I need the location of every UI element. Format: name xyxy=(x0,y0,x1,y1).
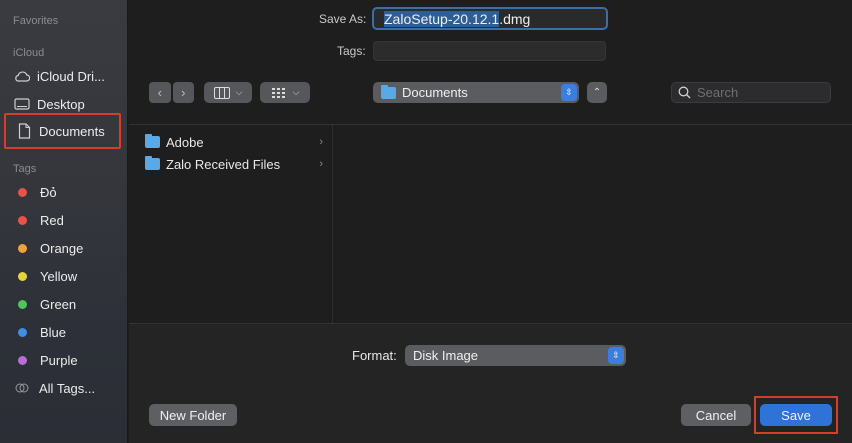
navigation-buttons: ‹ › xyxy=(149,82,196,103)
favorites-header: Favorites xyxy=(13,15,59,27)
folder-icon xyxy=(381,84,396,99)
sidebar-tag-purple[interactable]: Purple xyxy=(14,349,78,371)
orange-tag-icon xyxy=(18,243,27,253)
all-tags-icon xyxy=(15,383,29,393)
format-value: Disk Image xyxy=(413,348,479,363)
filename-extension: .dmg xyxy=(499,11,531,27)
filename-selected-text: ZaloSetup-20.12.1 xyxy=(384,11,500,27)
chevron-left-icon: ‹ xyxy=(157,85,162,100)
collapse-button[interactable]: ⌃ xyxy=(587,82,607,103)
folder-icon xyxy=(145,156,160,170)
location-dropdown[interactable]: Documents ⇳ xyxy=(373,82,579,103)
chevron-right-icon: › xyxy=(181,85,186,100)
columns-view-icon xyxy=(213,86,230,99)
view-mode-button[interactable]: ⌵ xyxy=(204,82,252,103)
sidebar-item-label: Desktop xyxy=(37,96,85,112)
sidebar-item-label: iCloud Dri... xyxy=(37,68,105,84)
save-button[interactable]: Save xyxy=(760,404,832,426)
tags-input[interactable] xyxy=(373,41,606,61)
tag-label: Red xyxy=(40,212,64,228)
new-folder-button[interactable]: New Folder xyxy=(149,404,237,426)
filename-input[interactable]: ZaloSetup-20.12.1.dmg xyxy=(372,7,608,30)
tag-label: Yellow xyxy=(40,268,78,284)
search-placeholder: Search xyxy=(697,85,739,100)
folder-row-zalo-received-files[interactable]: Zalo Received Files › xyxy=(145,154,323,174)
location-value: Documents xyxy=(402,85,468,100)
save-as-label: Save As: xyxy=(319,12,367,26)
sidebar-tag-all-tags[interactable]: All Tags... xyxy=(14,377,95,399)
group-button[interactable]: ⌵ xyxy=(260,82,310,103)
tags-label: Tags: xyxy=(337,44,366,58)
folder-name: Adobe xyxy=(166,134,204,150)
chevron-right-icon: › xyxy=(319,158,323,170)
chevron-down-icon: ⌵ xyxy=(292,87,300,97)
file-browser: Adobe › Zalo Received Files › xyxy=(129,124,852,324)
tag-label: Green xyxy=(40,296,77,312)
sidebar-tag-green[interactable]: Green xyxy=(14,293,76,315)
purple-tag-icon xyxy=(18,355,27,365)
sidebar-tag-yellow[interactable]: Yellow xyxy=(14,265,77,287)
chevron-down-icon: ⌵ xyxy=(235,87,243,97)
sidebar-item-documents[interactable]: Documents xyxy=(4,113,121,149)
folder-name: Zalo Received Files xyxy=(166,156,281,172)
blue-tag-icon xyxy=(18,327,27,337)
save-dialog-main: Save As: ZaloSetup-20.12.1.dmg Tags: ‹ ›… xyxy=(129,0,852,443)
folder-row-adobe[interactable]: Adobe › xyxy=(145,132,323,152)
tag-label: Blue xyxy=(40,324,67,340)
format-label: Format: xyxy=(352,348,397,363)
updown-arrows-icon: ⇳ xyxy=(608,347,624,364)
green-tag-icon xyxy=(18,299,27,309)
updown-arrows-icon: ⇳ xyxy=(561,84,577,101)
tag-label: All Tags... xyxy=(39,380,96,396)
chevron-right-icon: › xyxy=(319,136,323,148)
yellow-tag-icon xyxy=(18,271,27,281)
tags-header: Tags xyxy=(13,163,37,175)
tag-label: Purple xyxy=(40,352,78,368)
sidebar: Favorites iCloud iCloud Dri... Desktop D… xyxy=(0,0,128,443)
grid-icon xyxy=(271,87,287,99)
forward-button[interactable]: › xyxy=(172,82,194,103)
chevron-up-icon: ⌃ xyxy=(592,87,602,98)
red-tag-icon xyxy=(18,187,27,197)
cloud-icon xyxy=(14,68,30,84)
tag-label: Đỏ xyxy=(40,184,57,200)
browser-column: Adobe › Zalo Received Files › xyxy=(129,125,333,324)
cancel-button[interactable]: Cancel xyxy=(681,404,751,426)
sidebar-tag-blue[interactable]: Blue xyxy=(14,321,66,343)
format-dropdown[interactable]: Disk Image ⇳ xyxy=(405,345,626,366)
document-icon xyxy=(16,123,32,139)
sidebar-tag-orange[interactable]: Orange xyxy=(14,237,83,259)
desktop-icon xyxy=(14,96,30,112)
sidebar-item-label: Documents xyxy=(39,123,105,139)
sidebar-tag-do[interactable]: Đỏ xyxy=(14,181,57,203)
dialog-footer: Format: Disk Image ⇳ New Folder Cancel S… xyxy=(129,323,852,443)
back-button[interactable]: ‹ xyxy=(149,82,171,103)
tag-label: Orange xyxy=(40,240,84,256)
search-input[interactable]: Search xyxy=(671,82,831,103)
search-icon xyxy=(678,86,691,99)
icloud-header: iCloud xyxy=(13,47,45,59)
sidebar-item-icloud-drive[interactable]: iCloud Dri... xyxy=(4,64,122,88)
sidebar-tag-red[interactable]: Red xyxy=(14,209,64,231)
folder-icon xyxy=(145,134,160,148)
red-tag-icon xyxy=(18,215,27,225)
